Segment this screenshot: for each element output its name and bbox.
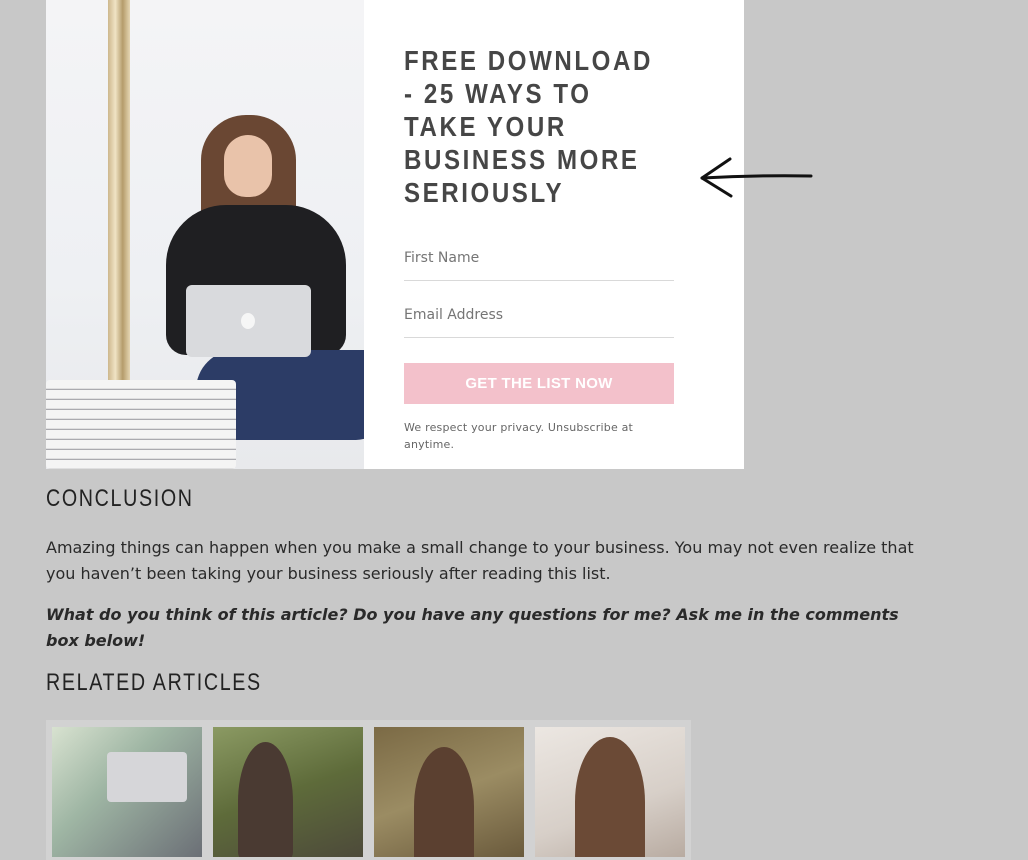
email-input[interactable]: [404, 293, 674, 338]
photo-person-face: [224, 135, 272, 197]
related-articles-heading: RELATED ARTICLES: [46, 669, 262, 696]
related-articles-list: [46, 720, 691, 860]
comment-prompt: What do you think of this article? Do yo…: [46, 605, 899, 650]
first-name-input[interactable]: [404, 236, 674, 281]
related-article-thumbnail[interactable]: [52, 727, 202, 857]
optin-card: FREE DOWNLOAD - 25 WAYS TO TAKE YOUR BUS…: [46, 0, 744, 469]
conclusion-heading: CONCLUSION: [46, 485, 194, 512]
conclusion-paragraph: Amazing things can happen when you make …: [46, 538, 914, 583]
optin-title: FREE DOWNLOAD - 25 WAYS TO TAKE YOUR BUS…: [404, 45, 653, 208]
photo-books: [46, 380, 236, 469]
left-arrow-icon: [700, 157, 813, 198]
related-article-thumbnail[interactable]: [374, 727, 524, 857]
privacy-notice: We respect your privacy. Unsubscribe at …: [404, 421, 634, 451]
get-the-list-button[interactable]: GET THE LIST NOW: [404, 363, 674, 404]
optin-form: FREE DOWNLOAD - 25 WAYS TO TAKE YOUR BUS…: [364, 0, 744, 469]
optin-photo: [46, 0, 364, 469]
thumbnail-person-image: [575, 737, 645, 857]
related-article-thumbnail[interactable]: [213, 727, 363, 857]
related-article-thumbnail[interactable]: [535, 727, 685, 857]
thumbnail-laptop-image: [107, 752, 187, 802]
thumbnail-person-image: [238, 742, 293, 857]
photo-mirror-frame: [108, 0, 130, 400]
thumbnail-person-image: [414, 747, 474, 857]
photo-laptop: [186, 285, 311, 357]
